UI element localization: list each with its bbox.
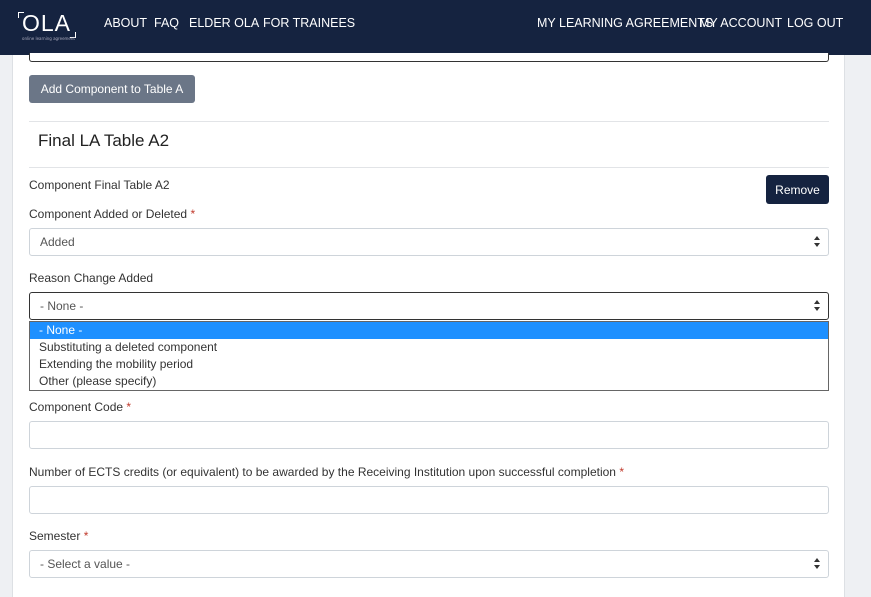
form-panel: Add Component to Table A Final LA Table … (12, 53, 845, 597)
semester-label-text: Semester (29, 529, 81, 543)
added-deleted-select[interactable]: Added (29, 228, 829, 256)
remove-button[interactable]: Remove (766, 175, 829, 204)
nav-faq[interactable]: FAQ (154, 16, 179, 30)
reason-change-value: - None - (40, 299, 84, 313)
component-label: Component Final Table A2 (29, 178, 170, 192)
ola-logo[interactable]: OLA online learning agreement (18, 10, 76, 42)
section-title: Final LA Table A2 (38, 131, 170, 150)
nav-about[interactable]: ABOUT (104, 16, 147, 30)
added-deleted-label: Component Added or Deleted * (29, 207, 195, 221)
select-arrows-icon (814, 236, 820, 248)
logo-subtitle: online learning agreement (22, 36, 75, 41)
ects-credits-label-text: Number of ECTS credits (or equivalent) t… (29, 465, 616, 479)
component-code-label: Component Code * (29, 400, 131, 414)
logo-text: OLA (22, 10, 72, 36)
select-arrows-icon (814, 300, 820, 312)
option-extending[interactable]: Extending the mobility period (30, 356, 828, 373)
ects-credits-input[interactable] (29, 486, 829, 514)
add-component-button[interactable]: Add Component to Table A (29, 75, 195, 103)
added-deleted-value: Added (40, 235, 75, 249)
semester-select[interactable]: - Select a value - (29, 550, 829, 578)
reason-change-dropdown: - None - Substituting a deleted componen… (29, 321, 829, 391)
reason-change-select[interactable]: - None - (29, 292, 829, 320)
nav-elder-ola[interactable]: ELDER OLA (189, 16, 259, 30)
required-mark: * (83, 529, 89, 543)
nav-for-trainees[interactable]: FOR TRAINEES (263, 16, 355, 30)
divider (29, 167, 829, 168)
option-other[interactable]: Other (please specify) (30, 373, 828, 390)
previous-input-field[interactable] (29, 53, 829, 62)
option-none[interactable]: - None - (30, 322, 828, 339)
top-navbar: OLA online learning agreement ABOUT FAQ … (0, 0, 871, 55)
required-mark: * (126, 400, 132, 414)
nav-my-account[interactable]: MY ACCOUNT (699, 16, 782, 30)
reason-change-label: Reason Change Added (29, 271, 154, 285)
divider (29, 121, 829, 122)
component-code-label-text: Component Code (29, 400, 124, 414)
required-mark: * (619, 465, 624, 479)
semester-label: Semester * (29, 529, 88, 543)
semester-value: - Select a value - (40, 557, 131, 571)
nav-log-out[interactable]: LOG OUT (787, 16, 843, 30)
ects-credits-label: Number of ECTS credits (or equivalent) t… (29, 465, 624, 479)
option-substituting[interactable]: Substituting a deleted component (30, 339, 828, 356)
select-arrows-icon (814, 558, 820, 570)
added-deleted-label-text: Component Added or Deleted (29, 207, 188, 221)
component-code-input[interactable] (29, 421, 829, 449)
required-mark: * (190, 207, 196, 221)
nav-my-learning-agreements[interactable]: MY LEARNING AGREEMENTS (537, 16, 713, 30)
